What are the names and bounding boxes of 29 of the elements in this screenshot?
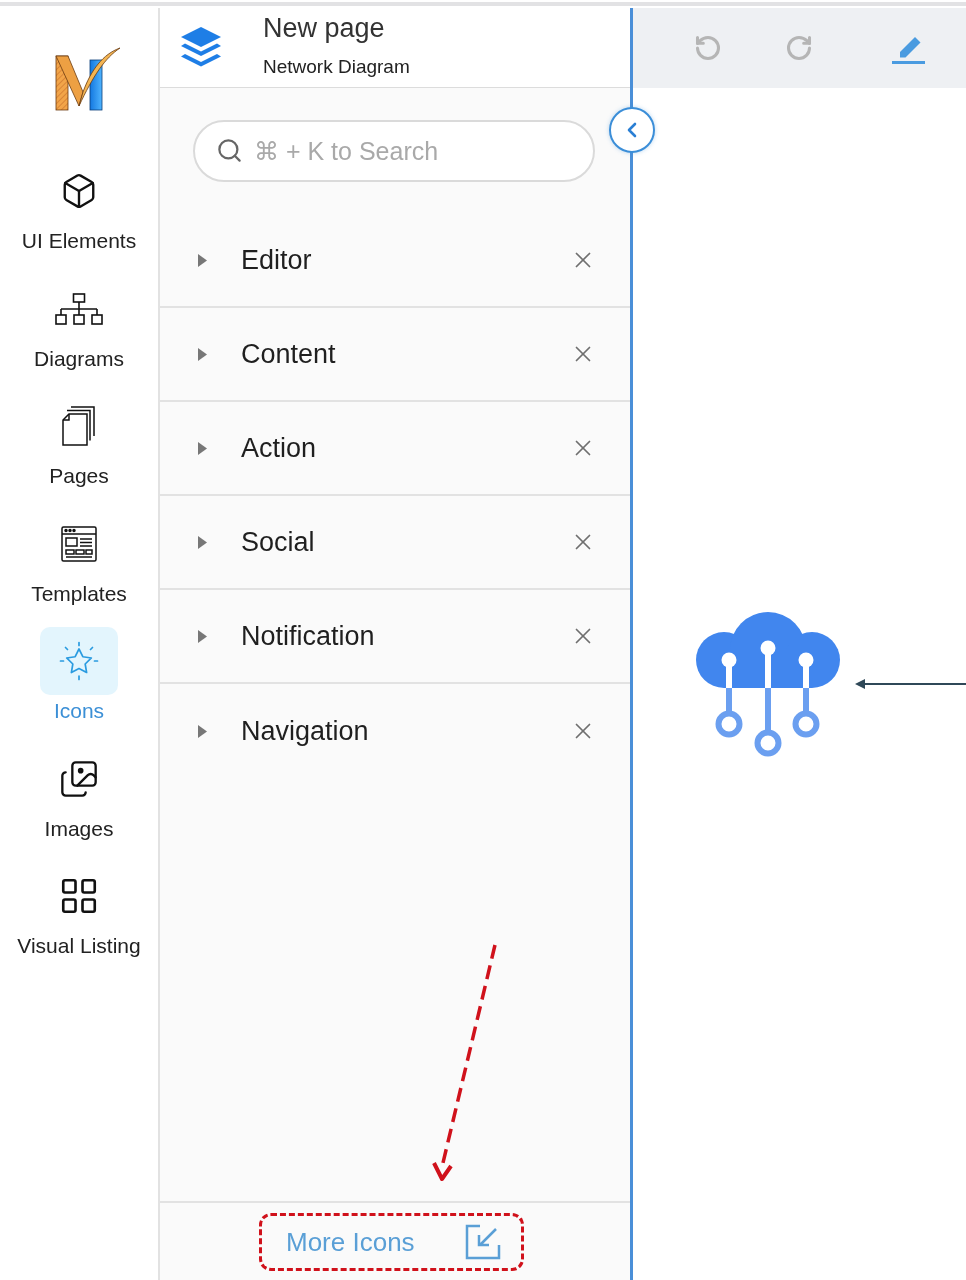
caret-right-icon[interactable]	[198, 441, 207, 455]
page-title: New page	[263, 12, 386, 44]
nav-item[interactable]: Pages	[0, 392, 158, 489]
caret-right-icon[interactable]	[198, 535, 207, 549]
category-label[interactable]: Editor	[241, 244, 312, 276]
photo-stack-icon	[59, 758, 99, 799]
category-label[interactable]: Content	[241, 338, 336, 370]
category-label[interactable]: Social	[241, 526, 315, 558]
caret-right-icon[interactable]	[198, 724, 207, 738]
caret-right-icon[interactable]	[198, 253, 207, 267]
category-label[interactable]: Action	[241, 432, 317, 464]
nav-item[interactable]: Images	[0, 744, 158, 842]
nav-item[interactable]: Diagrams	[0, 274, 158, 372]
hierarchy-diagram-icon	[55, 292, 103, 325]
caret-right-icon[interactable]	[198, 347, 207, 361]
nav-item[interactable]: Templates	[0, 509, 158, 607]
nav-item[interactable]: UI Elements	[0, 157, 158, 254]
search-icon	[216, 137, 243, 164]
collapse-button[interactable]	[609, 107, 655, 153]
layers-icon	[180, 26, 222, 68]
template-window-icon	[61, 525, 97, 562]
box-arrow-icon	[465, 1223, 501, 1260]
caret-right-icon[interactable]	[198, 629, 207, 643]
category-label[interactable]: Notification	[241, 620, 375, 652]
stacked-pages-icon	[62, 406, 96, 446]
page-subtitle: Network Diagram	[263, 55, 410, 79]
search-field[interactable]: ⌘ + K to Search	[193, 120, 595, 182]
nav-item[interactable]: Visual Listing	[0, 862, 158, 959]
category-label[interactable]: Navigation	[241, 715, 369, 747]
